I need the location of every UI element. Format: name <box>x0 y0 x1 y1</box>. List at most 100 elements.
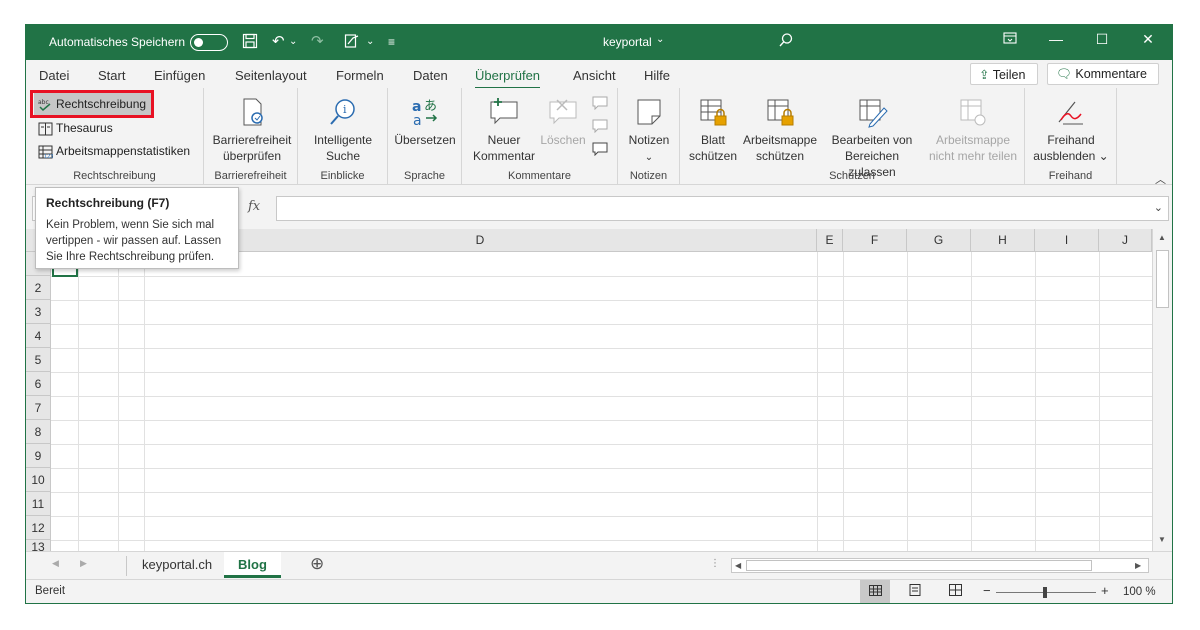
minimize-icon[interactable]: — <box>1041 31 1071 47</box>
scroll-down-icon[interactable]: ▼ <box>1158 535 1166 544</box>
status-bar: Bereit − + 100 % <box>26 579 1172 603</box>
new-comment-label-1: Neuer <box>487 133 521 147</box>
sheet-tab-keyportal[interactable]: keyportal.ch <box>128 552 226 578</box>
horizontal-scrollbar[interactable]: ◀ ▶ <box>731 558 1149 573</box>
group-ink: Freihand ausblenden ⌄ Freihand <box>1025 88 1117 185</box>
tab-seitenlayout[interactable]: Seitenlayout <box>235 68 307 83</box>
title-caret-icon[interactable]: ⌄ <box>656 34 664 45</box>
protect-workbook-button[interactable]: Arbeitsmappe schützen <box>740 96 820 164</box>
maximize-icon[interactable]: ☐ <box>1087 31 1117 48</box>
scroll-up-icon[interactable]: ▲ <box>1158 233 1166 242</box>
new-comment-button[interactable]: Neuer Kommentar <box>466 96 542 164</box>
row-header[interactable]: 8 <box>26 420 51 444</box>
format-painter-icon[interactable] <box>344 33 360 54</box>
spelling-button[interactable]: abc Rechtschreibung <box>38 94 146 114</box>
undo-dropdown-icon[interactable]: ⌄ <box>289 33 297 51</box>
sheet-tab-blog[interactable]: Blog <box>224 552 281 578</box>
tab-start[interactable]: Start <box>98 68 125 83</box>
allow-edit-ranges-button[interactable]: Bearbeiten von Bereichen zulassen <box>820 96 924 180</box>
customize-qat-icon[interactable]: ≡ <box>388 33 395 51</box>
tab-einfuegen[interactable]: Einfügen <box>154 68 205 83</box>
tab-daten[interactable]: Daten <box>413 68 448 83</box>
ribbon-display-icon[interactable] <box>995 31 1025 47</box>
tab-formeln[interactable]: Formeln <box>336 68 384 83</box>
column-header-h[interactable]: H <box>971 229 1035 252</box>
row-header[interactable]: 7 <box>26 396 51 420</box>
share-button[interactable]: ⇪ Teilen <box>970 63 1038 85</box>
search-icon[interactable] <box>778 32 794 52</box>
gridline <box>78 252 79 551</box>
protect-sheet-button[interactable]: Blatt schützen <box>684 96 742 164</box>
tooltip-title: Rechtschreibung (F7) <box>46 196 170 210</box>
row-header[interactable]: 4 <box>26 324 51 348</box>
row-header[interactable]: 6 <box>26 372 51 396</box>
insert-function-icon[interactable]: fx <box>248 199 260 214</box>
row-header[interactable]: 11 <box>26 492 51 516</box>
autosave-label: Automatisches Speichern <box>49 35 186 49</box>
page-break-view-button[interactable] <box>940 580 970 603</box>
tab-ueberpruefen[interactable]: Überprüfen <box>475 68 541 90</box>
column-header-i[interactable]: I <box>1035 229 1099 252</box>
vertical-scroll-thumb[interactable] <box>1156 250 1169 308</box>
svg-text:123: 123 <box>44 154 53 159</box>
horizontal-scroll-thumb[interactable] <box>746 560 1092 571</box>
scrollbar-splitter-icon[interactable]: ⋮ <box>710 558 720 569</box>
tab-ansicht[interactable]: Ansicht <box>573 68 616 83</box>
show-comments-icon[interactable] <box>592 142 608 161</box>
thesaurus-button[interactable]: Thesaurus <box>38 118 113 138</box>
column-header-d[interactable]: D <box>144 229 817 252</box>
save-icon[interactable] <box>242 33 258 54</box>
column-header-g[interactable]: G <box>907 229 971 252</box>
smart-lookup-button[interactable]: i Intelligente Suche <box>306 96 380 164</box>
worksheet-grid[interactable]: D E F G H I J 2 3 4 5 6 7 8 9 10 11 12 1… <box>26 229 1172 551</box>
normal-view-button[interactable] <box>860 580 890 603</box>
vertical-scrollbar[interactable]: ▲ ▼ <box>1152 229 1172 551</box>
expand-formula-icon[interactable]: ⌄ <box>1154 201 1163 214</box>
new-comment-label-2: Kommentar <box>472 149 536 163</box>
group-insights: i Intelligente Suche Einblicke <box>298 88 388 185</box>
column-header-f[interactable]: F <box>843 229 907 252</box>
hide-ink-label-1: Freihand <box>1047 133 1095 147</box>
zoom-slider-thumb[interactable] <box>1043 587 1047 598</box>
row-header[interactable]: 5 <box>26 348 51 372</box>
row-header[interactable]: 12 <box>26 516 51 540</box>
gridline <box>843 252 844 551</box>
row-header[interactable]: 9 <box>26 444 51 468</box>
gridline <box>51 396 1172 397</box>
zoom-in-icon[interactable]: + <box>1101 583 1109 598</box>
workbook-stats-label: Arbeitsmappenstatistiken <box>56 144 191 158</box>
translate-icon: aあa <box>409 96 441 129</box>
check-accessibility-button[interactable]: Barrierefreiheit überprüfen <box>212 96 292 164</box>
scroll-right-icon[interactable]: ▶ <box>1135 561 1141 570</box>
gridline <box>1035 252 1036 551</box>
unshare-workbook-label-2: nicht mehr teilen <box>928 149 1018 163</box>
row-header[interactable]: 13 <box>26 540 51 551</box>
dropdown-icon[interactable]: ⌄ <box>366 33 374 51</box>
zoom-level[interactable]: 100 % <box>1123 586 1156 598</box>
row-header[interactable]: 10 <box>26 468 51 492</box>
zoom-out-icon[interactable]: − <box>983 583 991 598</box>
row-header[interactable]: 3 <box>26 300 51 324</box>
tab-hilfe[interactable]: Hilfe <box>644 68 670 83</box>
undo-icon[interactable]: ↶ <box>272 33 285 51</box>
next-sheet-icon[interactable]: ▶ <box>80 558 87 569</box>
group-accessibility: Barrierefreiheit überprüfen Barrierefrei… <box>204 88 298 185</box>
hide-ink-button[interactable]: Freihand ausblenden ⌄ <box>1029 96 1113 164</box>
workbook-stats-button[interactable]: 123 Arbeitsmappenstatistiken <box>38 141 190 161</box>
autosave-toggle[interactable] <box>190 34 228 51</box>
comments-button[interactable]: 🗨 Kommentare <box>1047 63 1159 85</box>
notes-button[interactable]: Notizen ⌄ <box>622 96 676 166</box>
group-label-ink: Freihand <box>1048 170 1093 182</box>
prev-sheet-icon[interactable]: ◀ <box>52 558 59 569</box>
column-header-e[interactable]: E <box>817 229 843 252</box>
row-header[interactable]: 2 <box>26 276 51 300</box>
close-icon[interactable]: ✕ <box>1133 31 1163 48</box>
add-sheet-icon[interactable]: ⊕ <box>310 554 324 574</box>
translate-button[interactable]: aあa Übersetzen <box>390 96 460 148</box>
smart-lookup-label-1: Intelligente <box>313 133 373 147</box>
column-header-j[interactable]: J <box>1099 229 1152 252</box>
formula-input[interactable]: ⌄ <box>276 196 1169 221</box>
tab-datei[interactable]: Datei <box>39 68 69 83</box>
scroll-left-icon[interactable]: ◀ <box>735 561 741 570</box>
page-layout-view-button[interactable] <box>900 580 930 603</box>
